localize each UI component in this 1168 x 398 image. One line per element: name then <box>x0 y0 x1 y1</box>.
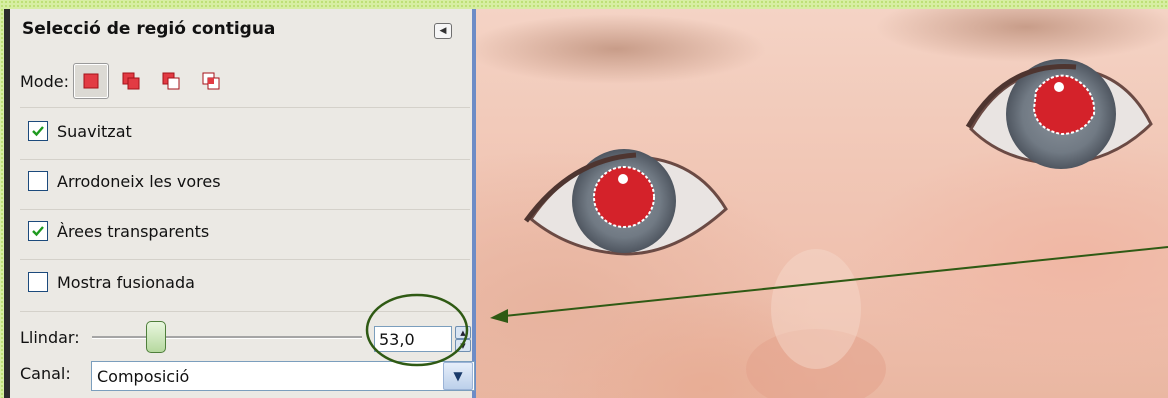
image-canvas[interactable] <box>476 9 1168 398</box>
threshold-row: Llindar: <box>20 320 80 354</box>
dropdown-button[interactable]: ▼ <box>443 362 473 390</box>
mode-subtract-button[interactable] <box>153 63 189 99</box>
mode-add-button[interactable] <box>113 63 149 99</box>
separator <box>20 209 470 210</box>
threshold-spinbox: ▲ ▼ <box>374 326 476 352</box>
antialiasing-label: Suavitzat <box>57 121 132 141</box>
channel-row: Canal: <box>20 364 71 383</box>
feather-edges-label: Arrodoneix les vores <box>57 171 221 191</box>
threshold-label: Llindar: <box>20 327 80 347</box>
sample-merged-label: Mostra fusionada <box>57 272 195 292</box>
checkmark-icon <box>32 126 44 137</box>
checkmark-icon <box>32 226 44 237</box>
option-feather-edges[interactable]: Arrodoneix les vores <box>28 171 221 191</box>
mode-intersect-button[interactable] <box>193 63 229 99</box>
add-selection-icon <box>122 72 140 90</box>
spin-down-button[interactable]: ▼ <box>455 339 471 352</box>
screenshot-frame: Selecció de regió contigua ◀ Mode: Suavi… <box>4 9 1168 398</box>
right-eyebrow <box>876 9 1168 62</box>
threshold-slider-track[interactable] <box>92 336 362 339</box>
separator <box>20 311 470 312</box>
replace-selection-icon <box>83 73 99 89</box>
triangle-left-icon: ◀ <box>439 26 447 36</box>
threshold-slider-handle[interactable] <box>146 321 166 353</box>
collapse-panel-button[interactable]: ◀ <box>434 23 452 39</box>
arrow-down-icon: ▼ <box>460 341 466 350</box>
channel-value: Composició <box>97 366 190 386</box>
nose-bridge <box>771 249 861 369</box>
feather-edges-checkbox[interactable] <box>28 171 48 191</box>
channel-label: Canal: <box>20 364 71 383</box>
chevron-down-icon: ▼ <box>453 369 463 383</box>
panel-title: Selecció de regió contigua <box>22 19 276 39</box>
right-eye-highlight <box>1054 82 1064 92</box>
transparent-areas-label: Àrees transparents <box>57 221 210 241</box>
separator <box>20 159 470 160</box>
left-eyebrow <box>476 14 766 84</box>
channel-dropdown[interactable]: Composició ▼ <box>91 361 475 391</box>
separator <box>20 259 470 260</box>
option-antialiasing[interactable]: Suavitzat <box>28 121 132 141</box>
subtract-selection-icon <box>162 72 180 90</box>
antialiasing-checkbox[interactable] <box>28 121 48 141</box>
option-transparent-areas[interactable]: Àrees transparents <box>28 221 209 241</box>
sample-merged-checkbox[interactable] <box>28 272 48 292</box>
arrow-up-icon: ▲ <box>460 328 466 337</box>
intersect-selection-icon <box>202 72 220 90</box>
separator <box>20 107 470 108</box>
left-eye-highlight <box>618 174 628 184</box>
tool-options-panel: Selecció de regió contigua ◀ Mode: Suavi… <box>4 9 476 398</box>
transparent-areas-checkbox[interactable] <box>28 221 48 241</box>
mode-row: Mode: <box>20 61 233 101</box>
threshold-spin-arrows: ▲ ▼ <box>455 326 471 352</box>
spin-up-button[interactable]: ▲ <box>455 326 471 339</box>
child-face-photo <box>476 9 1168 398</box>
mode-replace-button[interactable] <box>72 63 109 99</box>
mode-label: Mode: <box>20 71 69 91</box>
threshold-input[interactable] <box>374 326 452 352</box>
option-sample-merged[interactable]: Mostra fusionada <box>28 272 195 292</box>
